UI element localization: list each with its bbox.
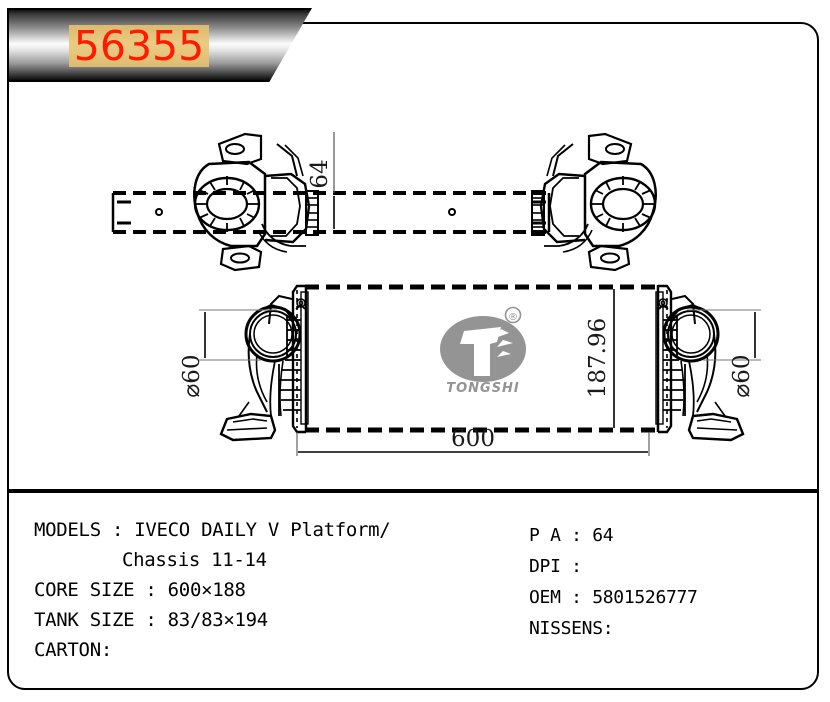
spec-models-continuation: Chassis 11-14 [122, 549, 267, 571]
spec-models-line: MODELS : IVECO DAILY V Platform/ [34, 519, 391, 541]
front-view-left-tank [219, 284, 309, 442]
registered-trademark-symbol: ® [508, 312, 518, 323]
spec-column-right: P A : 64 DPI : OEM : 5801526777 NISSENS: [519, 493, 817, 688]
dimension-label-left-port: ⌀60 [179, 354, 205, 397]
front-view-assembly: ® TONGSHI ⌀60 ⌀60 187.96 600 [179, 284, 761, 456]
dimension-right-port: ⌀60 [687, 309, 761, 398]
brand-name-text: TONGSHI [446, 381, 520, 396]
spec-carton: CARTON: [34, 639, 112, 661]
part-number-label: 56355 [73, 22, 205, 70]
top-view-left-bracket [193, 132, 319, 272]
top-view-core [111, 191, 551, 234]
spec-core-size: CORE SIZE : 600×188 [34, 579, 246, 601]
spec-tank-size: TANK SIZE : 83/83×194 [34, 609, 268, 631]
specification-table: MODELS : IVECO DAILY V Platform/ Chassis… [9, 493, 817, 688]
technical-drawing-area: 64 ® TONGSHI ⌀60 ⌀60 187.96 600 [9, 24, 821, 491]
dimension-label-core-width: 600 [451, 426, 495, 452]
spec-oem: OEM : 5801526777 [529, 587, 698, 608]
dimension-label-depth: 64 [307, 159, 333, 188]
top-view-assembly: 64 [111, 132, 657, 272]
spec-pa: P A : 64 [529, 525, 614, 546]
spec-nissens: NISSENS: [529, 618, 614, 639]
top-view-right-bracket [531, 132, 657, 272]
part-number-banner: 56355 [7, 8, 312, 82]
product-sheet-frame: 64 ® TONGSHI ⌀60 ⌀60 187.96 600 MODELS:… [7, 22, 819, 690]
spec-dpi: DPI : [529, 556, 582, 577]
dimension-label-right-port: ⌀60 [729, 354, 755, 397]
dimension-label-core-height: 187.96 [585, 318, 611, 398]
spec-column-left: MODELS : IVECO DAILY V Platform/ Chassis… [9, 493, 519, 688]
dimension-top-depth: 64 [307, 132, 335, 229]
